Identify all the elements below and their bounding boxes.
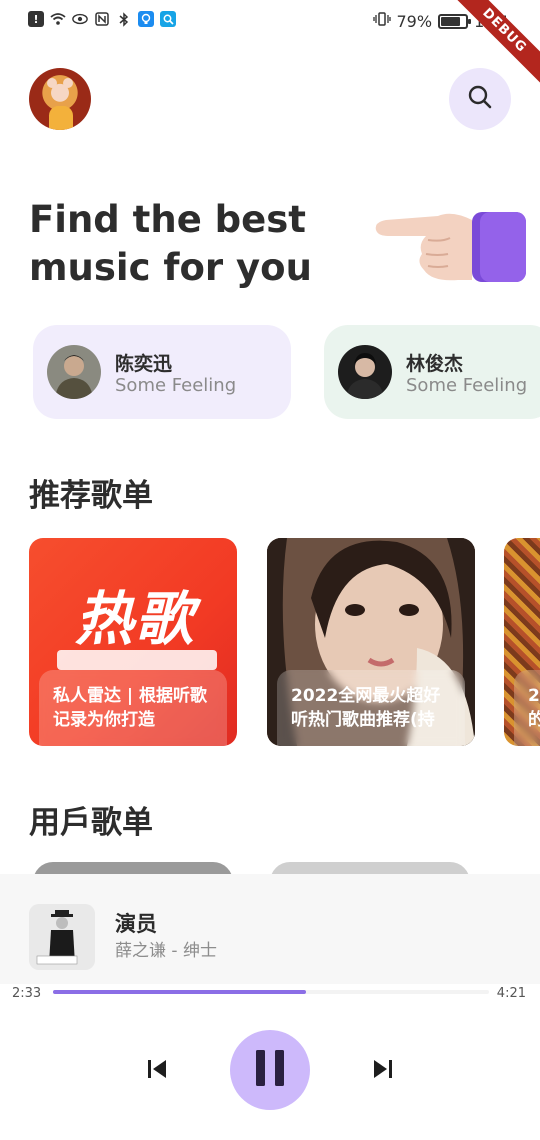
battery-percent: 79% — [396, 11, 433, 31]
artist-name: 林俊杰 — [406, 353, 464, 375]
alert-icon: ! — [28, 11, 44, 27]
song-artist-album: 薛之谦 - 绅士 — [115, 941, 217, 961]
page-title: Find the best music for you — [29, 198, 312, 289]
pause-button[interactable] — [230, 1030, 310, 1110]
progress-fill — [53, 990, 306, 994]
search-icon — [466, 83, 494, 115]
next-button[interactable] — [366, 1054, 400, 1088]
playlist-card[interactable]: 2022全网最火超好听热门歌曲推荐(持 — [267, 538, 475, 746]
battery-level — [441, 16, 460, 26]
section-title-recommended: 推荐歌单 — [29, 478, 153, 514]
song-title: 演员 — [115, 912, 157, 936]
vibrate-icon — [372, 11, 391, 31]
battery-icon — [438, 13, 472, 29]
artist-name: 陈奕迅 — [115, 353, 173, 375]
artist-subtitle: Some Feeling — [115, 375, 237, 396]
artist-subtitle: Some Feeling — [406, 375, 528, 396]
previous-button[interactable] — [140, 1054, 174, 1088]
pause-icon — [254, 1049, 286, 1091]
playlist-art-text: 热歌 — [75, 585, 196, 653]
artist-chip[interactable]: 林俊杰 Some Feeling — [324, 325, 540, 419]
status-left-icons: ! — [28, 11, 176, 27]
artist-photo — [338, 345, 392, 399]
playlist-card[interactable]: 20的 — [504, 538, 540, 746]
playlist-card[interactable]: 热歌 私人雷达 | 根据听歌记录为你打造 — [29, 538, 237, 746]
avatar-figure — [49, 106, 73, 130]
artist-chip[interactable]: 陈奕迅 Some Feeling — [33, 325, 291, 419]
duration: 4:21 — [496, 986, 526, 1001]
album-cover[interactable] — [29, 904, 95, 970]
nfc-icon — [94, 11, 110, 27]
playlist-caption: 私人雷达 | 根据听歌记录为你打造 — [39, 670, 227, 746]
avatar-ear-right — [63, 78, 73, 88]
section-title-user: 用戶歌单 — [29, 805, 153, 841]
skip-previous-icon — [146, 1058, 168, 1084]
wifi-icon — [50, 11, 66, 27]
mini-player: 演员 薛之谦 - 绅士 2:33 4:21 — [0, 874, 540, 1140]
current-time: 2:33 — [12, 986, 42, 1001]
playlist-caption: 2022全网最火超好听热门歌曲推荐(持 — [277, 670, 465, 746]
status-bar: ! 79% 11:1 — [0, 0, 540, 44]
search-button[interactable] — [449, 68, 511, 130]
bluetooth-icon — [116, 11, 132, 27]
avatar[interactable] — [29, 68, 91, 130]
progress-bar[interactable] — [53, 990, 489, 994]
search-app-icon — [160, 11, 176, 27]
bulb-app-icon — [138, 11, 154, 27]
playlist-caption: 20的 — [514, 670, 540, 746]
avatar-ear-left — [47, 78, 57, 88]
skip-next-icon — [372, 1058, 394, 1084]
artist-photo — [47, 345, 101, 399]
eye-icon — [72, 11, 88, 27]
playlist-art-stripe — [57, 650, 217, 670]
pointing-hand-icon — [372, 200, 532, 288]
